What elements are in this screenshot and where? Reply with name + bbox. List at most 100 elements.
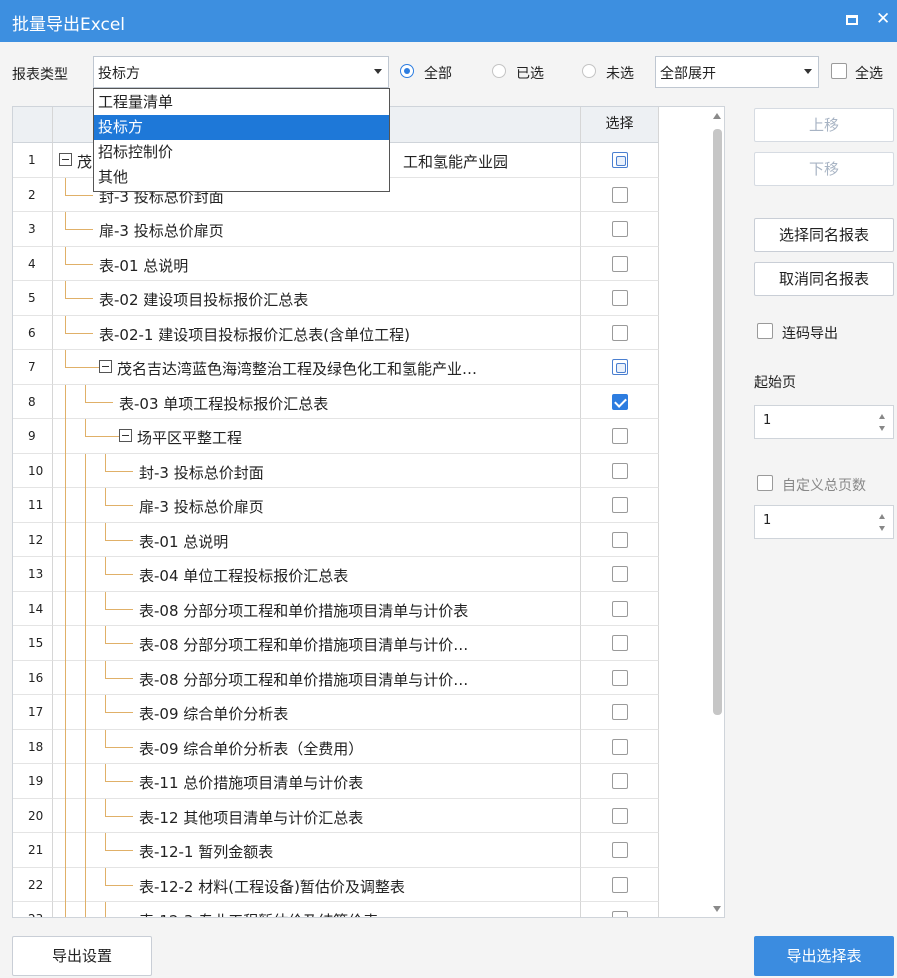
row-checkbox[interactable] bbox=[612, 876, 628, 893]
table-row[interactable]: 7 茂名吉达湾蓝色海湾整治工程及绿色化工和氢能产业… bbox=[13, 350, 659, 385]
move-down-button[interactable]: 下移 bbox=[754, 152, 894, 186]
spin-up-icon[interactable] bbox=[879, 414, 885, 419]
dropdown-option-bidder[interactable]: 投标方 bbox=[94, 115, 389, 140]
table-row[interactable]: 5 表-02 建设项目投标报价汇总表 bbox=[13, 281, 659, 316]
custom-total-checkbox[interactable] bbox=[757, 475, 773, 491]
collapse-icon[interactable] bbox=[59, 153, 72, 166]
dropdown-option-other[interactable]: 其他 bbox=[94, 165, 389, 190]
row-checkbox[interactable] bbox=[612, 152, 628, 168]
row-checkbox[interactable] bbox=[612, 911, 628, 917]
row-name: 茂 bbox=[77, 153, 93, 171]
row-select-cell bbox=[581, 695, 659, 730]
maximize-icon[interactable] bbox=[846, 15, 858, 25]
close-icon[interactable]: ✕ bbox=[876, 9, 890, 29]
tree-guide bbox=[105, 591, 106, 610]
row-checkbox[interactable] bbox=[612, 566, 628, 582]
collapse-icon[interactable] bbox=[99, 360, 112, 373]
row-checkbox[interactable] bbox=[612, 186, 628, 203]
row-checkbox[interactable] bbox=[612, 497, 628, 513]
select-same-name-button[interactable]: 选择同名报表 bbox=[754, 218, 894, 252]
start-page-spinner[interactable]: 1 bbox=[754, 405, 894, 439]
spin-down-icon[interactable] bbox=[879, 426, 885, 431]
expand-combo[interactable]: 全部展开 bbox=[655, 56, 819, 88]
table-row[interactable]: 9 场平区平整工程 bbox=[13, 419, 659, 454]
row-name-tail: 工和氢能产业园 bbox=[403, 153, 509, 171]
cancel-same-name-button[interactable]: 取消同名报表 bbox=[754, 262, 894, 296]
move-up-button[interactable]: 上移 bbox=[754, 108, 894, 142]
row-checkbox[interactable] bbox=[612, 324, 628, 341]
table-row[interactable]: 19 表-11 总价措施项目清单与计价表 bbox=[13, 764, 659, 799]
row-name: 表-12-3 专业工程暂估价及结算价表 bbox=[139, 910, 378, 917]
export-selected-button[interactable]: 导出选择表 bbox=[754, 936, 894, 976]
table-row[interactable]: 8 表-03 单项工程投标报价汇总表 bbox=[13, 384, 659, 420]
custom-total-value: 1 bbox=[763, 513, 772, 528]
row-checkbox[interactable] bbox=[612, 290, 628, 306]
radio-unselected[interactable] bbox=[582, 64, 596, 78]
scroll-down-icon[interactable] bbox=[713, 906, 721, 912]
radio-selected[interactable] bbox=[492, 64, 506, 78]
row-checkbox[interactable] bbox=[612, 738, 628, 755]
scroll-thumb[interactable] bbox=[713, 129, 722, 715]
row-checkbox[interactable] bbox=[612, 393, 628, 410]
table-row[interactable]: 23 表-12-3 专业工程暂估价及结算价表 bbox=[13, 902, 659, 917]
row-name: 表-08 分部分项工程和单价措施项目清单与计价表 bbox=[139, 601, 469, 620]
table-row[interactable]: 6 表-02-1 建设项目投标报价汇总表(含单位工程) bbox=[13, 315, 659, 350]
custom-total-spinner[interactable]: 1 bbox=[754, 505, 894, 539]
row-checkbox[interactable] bbox=[612, 600, 628, 617]
report-type-label: 报表类型 bbox=[12, 67, 68, 83]
row-checkbox[interactable] bbox=[612, 359, 628, 375]
table-row[interactable]: 14 表-08 分部分项工程和单价措施项目清单与计价表 bbox=[13, 591, 659, 627]
spin-down-icon[interactable] bbox=[879, 526, 885, 531]
report-type-combo[interactable]: 投标方 bbox=[93, 56, 389, 88]
table-row[interactable]: 21 表-12-1 暂列金额表 bbox=[13, 833, 659, 868]
continuous-export-checkbox[interactable] bbox=[757, 323, 773, 339]
row-checkbox[interactable] bbox=[612, 807, 628, 824]
table-row[interactable]: 18 表-09 综合单价分析表（全费用） bbox=[13, 729, 659, 765]
table-row[interactable]: 16 表-08 分部分项工程和单价措施项目清单与计价… bbox=[13, 660, 659, 696]
row-number: 9 bbox=[13, 419, 53, 454]
tree-guide bbox=[85, 419, 86, 437]
custom-total-label: 自定义总页数 bbox=[782, 478, 866, 494]
radio-all[interactable] bbox=[400, 64, 414, 78]
row-checkbox[interactable] bbox=[612, 669, 628, 686]
tree-connector bbox=[105, 643, 133, 644]
row-checkbox[interactable] bbox=[612, 428, 628, 444]
row-checkbox[interactable] bbox=[612, 773, 628, 789]
row-checkbox[interactable] bbox=[612, 462, 628, 479]
row-checkbox[interactable] bbox=[612, 704, 628, 720]
export-settings-button[interactable]: 导出设置 bbox=[12, 936, 152, 976]
vertical-scrollbar[interactable] bbox=[709, 107, 724, 917]
row-number: 21 bbox=[13, 833, 53, 868]
tree-connector bbox=[105, 470, 133, 472]
table-row[interactable]: 10 封-3 投标总价封面 bbox=[13, 453, 659, 489]
dropdown-option-control-price[interactable]: 招标控制价 bbox=[94, 140, 389, 165]
table-row[interactable]: 3 扉-3 投标总价扉页 bbox=[13, 212, 659, 247]
row-name: 表-09 综合单价分析表（全费用） bbox=[139, 739, 364, 758]
table-row[interactable]: 12 表-01 总说明 bbox=[13, 522, 659, 558]
row-name-cell: 茂名吉达湾蓝色海湾整治工程及绿色化工和氢能产业… bbox=[53, 350, 581, 385]
table-row[interactable]: 15 表-08 分部分项工程和单价措施项目清单与计价… bbox=[13, 626, 659, 661]
row-name-cell: 场平区平整工程 bbox=[53, 419, 581, 454]
row-checkbox[interactable] bbox=[612, 635, 628, 651]
collapse-icon[interactable] bbox=[119, 429, 132, 442]
table-row[interactable]: 17 表-09 综合单价分析表 bbox=[13, 695, 659, 730]
table-row[interactable]: 4 表-01 总说明 bbox=[13, 246, 659, 281]
table-row[interactable]: 22 表-12-2 材料(工程设备)暂估价及调整表 bbox=[13, 867, 659, 903]
scroll-up-icon[interactable] bbox=[713, 113, 721, 119]
chevron-down-icon bbox=[804, 69, 812, 74]
dropdown-option-bill[interactable]: 工程量清单 bbox=[94, 90, 389, 115]
spin-up-icon[interactable] bbox=[879, 514, 885, 519]
select-all-checkbox[interactable] bbox=[831, 63, 847, 79]
tree-guide bbox=[65, 177, 66, 196]
row-checkbox[interactable] bbox=[612, 221, 628, 237]
tree-guide bbox=[105, 660, 106, 679]
row-checkbox[interactable] bbox=[612, 531, 628, 548]
row-checkbox[interactable] bbox=[612, 842, 628, 858]
tree-guide bbox=[65, 867, 66, 903]
row-name-cell: 表-12-3 专业工程暂估价及结算价表 bbox=[53, 902, 581, 917]
table-row[interactable]: 20 表-12 其他项目清单与计价汇总表 bbox=[13, 798, 659, 834]
row-name-cell: 表-08 分部分项工程和单价措施项目清单与计价… bbox=[53, 660, 581, 696]
row-checkbox[interactable] bbox=[612, 255, 628, 272]
table-row[interactable]: 11 扉-3 投标总价扉页 bbox=[13, 488, 659, 523]
table-row[interactable]: 13 表-04 单位工程投标报价汇总表 bbox=[13, 557, 659, 592]
